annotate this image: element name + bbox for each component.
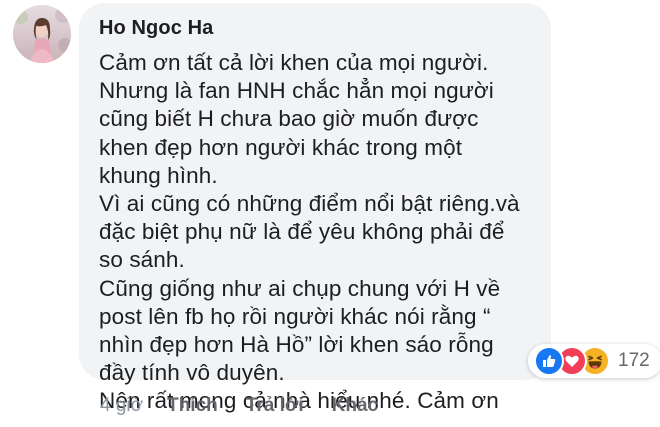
reply-button[interactable]: Trả lời [246,395,304,417]
comment-line: khen đẹp hơn người khác trong một [99,134,463,160]
comment-line: post lên fb họ rồi người khác nói rằng “ [99,303,491,329]
comment-line: Vì ai cũng có những điểm nổi bật riêng.v… [99,191,520,217]
comment-line: so sánh. [99,247,185,273]
like-icon [534,346,564,376]
comment-actions: 4 giờ Thích Trả lời Khác [100,395,406,417]
comment-line: nhìn đẹp hơn Hà Hồ” lời khen sáo rỗng [99,332,494,358]
reactions-summary[interactable]: 172 [528,344,660,378]
comment-line: đặc biệt phụ nữ là để yêu không phải để [99,219,505,245]
more-button[interactable]: Khác [332,395,378,417]
like-button[interactable]: Thích [167,395,218,417]
comment-line: Cũng giống như ai chụp chung với H về [99,275,501,301]
comment-line: khung hình. [99,162,218,188]
comment-bubble: Ho Ngoc Ha Cảm ơn tất cả lời khen của mọ… [79,3,551,413]
reaction-count: 172 [618,350,650,371]
comment-line: Nhưng là fan HNH chắc hẳn mọi người [99,78,494,104]
comment-line: Cảm ơn tất cả lời khen của mọi người. [99,50,489,75]
avatar-photo [13,5,71,63]
avatar[interactable] [13,5,71,63]
comment-line: đầy tính vô duyên. [99,360,285,386]
comment-screen: Ho Ngoc Ha Cảm ơn tất cả lời khen của mọ… [0,0,660,427]
comment-timestamp[interactable]: 4 giờ [100,395,143,417]
comment-line: cũng biết H chưa bao giờ muốn được [99,106,479,132]
comment-text: Cảm ơn tất cả lời khen của mọi người. Nh… [99,49,531,416]
comment-author[interactable]: Ho Ngoc Ha [99,15,531,41]
